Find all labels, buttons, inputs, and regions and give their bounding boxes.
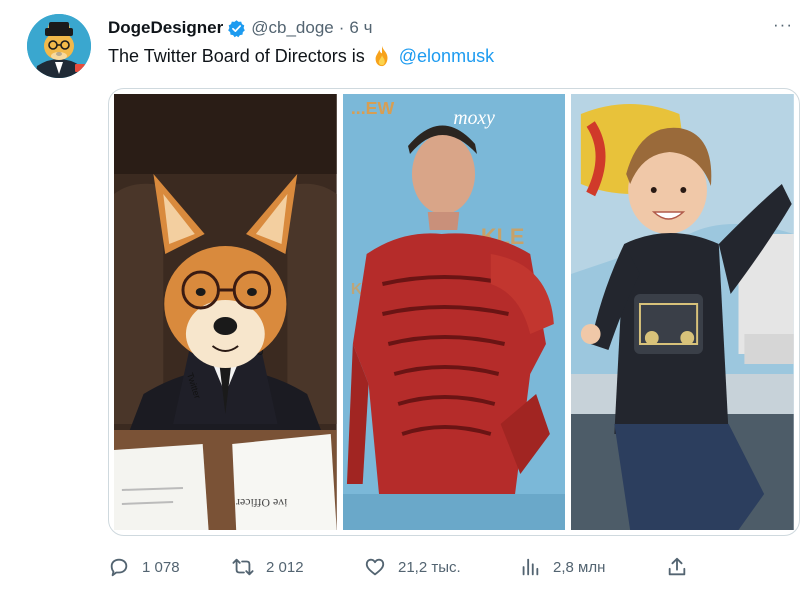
avatar[interactable] xyxy=(27,14,91,78)
verified-badge-icon xyxy=(227,19,246,38)
reply-count: 1 078 xyxy=(142,558,180,576)
like-count: 21,2 тыс. xyxy=(398,558,461,576)
tweet-text-body: The Twitter Board of Directors is xyxy=(108,45,365,66)
heart-icon xyxy=(365,558,385,576)
media-grid: Twitter CEO ive Office xyxy=(108,88,800,536)
timestamp[interactable]: 6 ч xyxy=(349,18,372,38)
views-button[interactable]: 2,8 млн xyxy=(519,554,605,580)
views-chart-icon xyxy=(522,558,539,576)
retweet-count: 2 012 xyxy=(266,558,304,576)
tweet-header: DogeDesigner @cb_doge · 6 ч xyxy=(108,17,372,39)
like-button[interactable]: 21,2 тыс. xyxy=(364,554,461,580)
toddler-photo[interactable] xyxy=(571,94,795,530)
share-button[interactable] xyxy=(666,554,688,580)
more-icon: ··· xyxy=(773,15,793,34)
shiba-inu-ceo-photo[interactable]: Twitter CEO ive Office xyxy=(114,94,337,530)
more-options-button[interactable]: ··· xyxy=(768,14,798,36)
paper-text: ive Officer xyxy=(236,496,287,510)
reply-icon xyxy=(110,558,128,577)
action-bar: 1 078 2 012 21,2 тыс. 2,8 млн xyxy=(108,554,688,580)
moxy-sign-text: moxy xyxy=(453,107,495,129)
fire-emoji-icon xyxy=(371,45,393,67)
tweet-text: The Twitter Board of Directors is @elonm… xyxy=(108,45,494,67)
reply-button[interactable]: 1 078 xyxy=(108,554,180,580)
retweet-icon xyxy=(232,558,254,576)
elon-armor-photo[interactable]: ...EW moxy KLE KL ECU xyxy=(342,94,566,530)
retweet-button[interactable]: 2 012 xyxy=(232,554,304,580)
separator-dot: · xyxy=(338,18,345,37)
views-count: 2,8 млн xyxy=(553,558,606,576)
tweet-card[interactable]: DogeDesigner @cb_doge · 6 ч ··· The Twit… xyxy=(0,0,809,599)
user-handle[interactable]: @cb_doge xyxy=(251,18,334,38)
share-icon xyxy=(668,557,686,576)
display-name[interactable]: DogeDesigner xyxy=(108,18,223,38)
mention-link[interactable]: @elonmusk xyxy=(399,46,494,67)
svg-text:...EW: ...EW xyxy=(351,98,394,118)
